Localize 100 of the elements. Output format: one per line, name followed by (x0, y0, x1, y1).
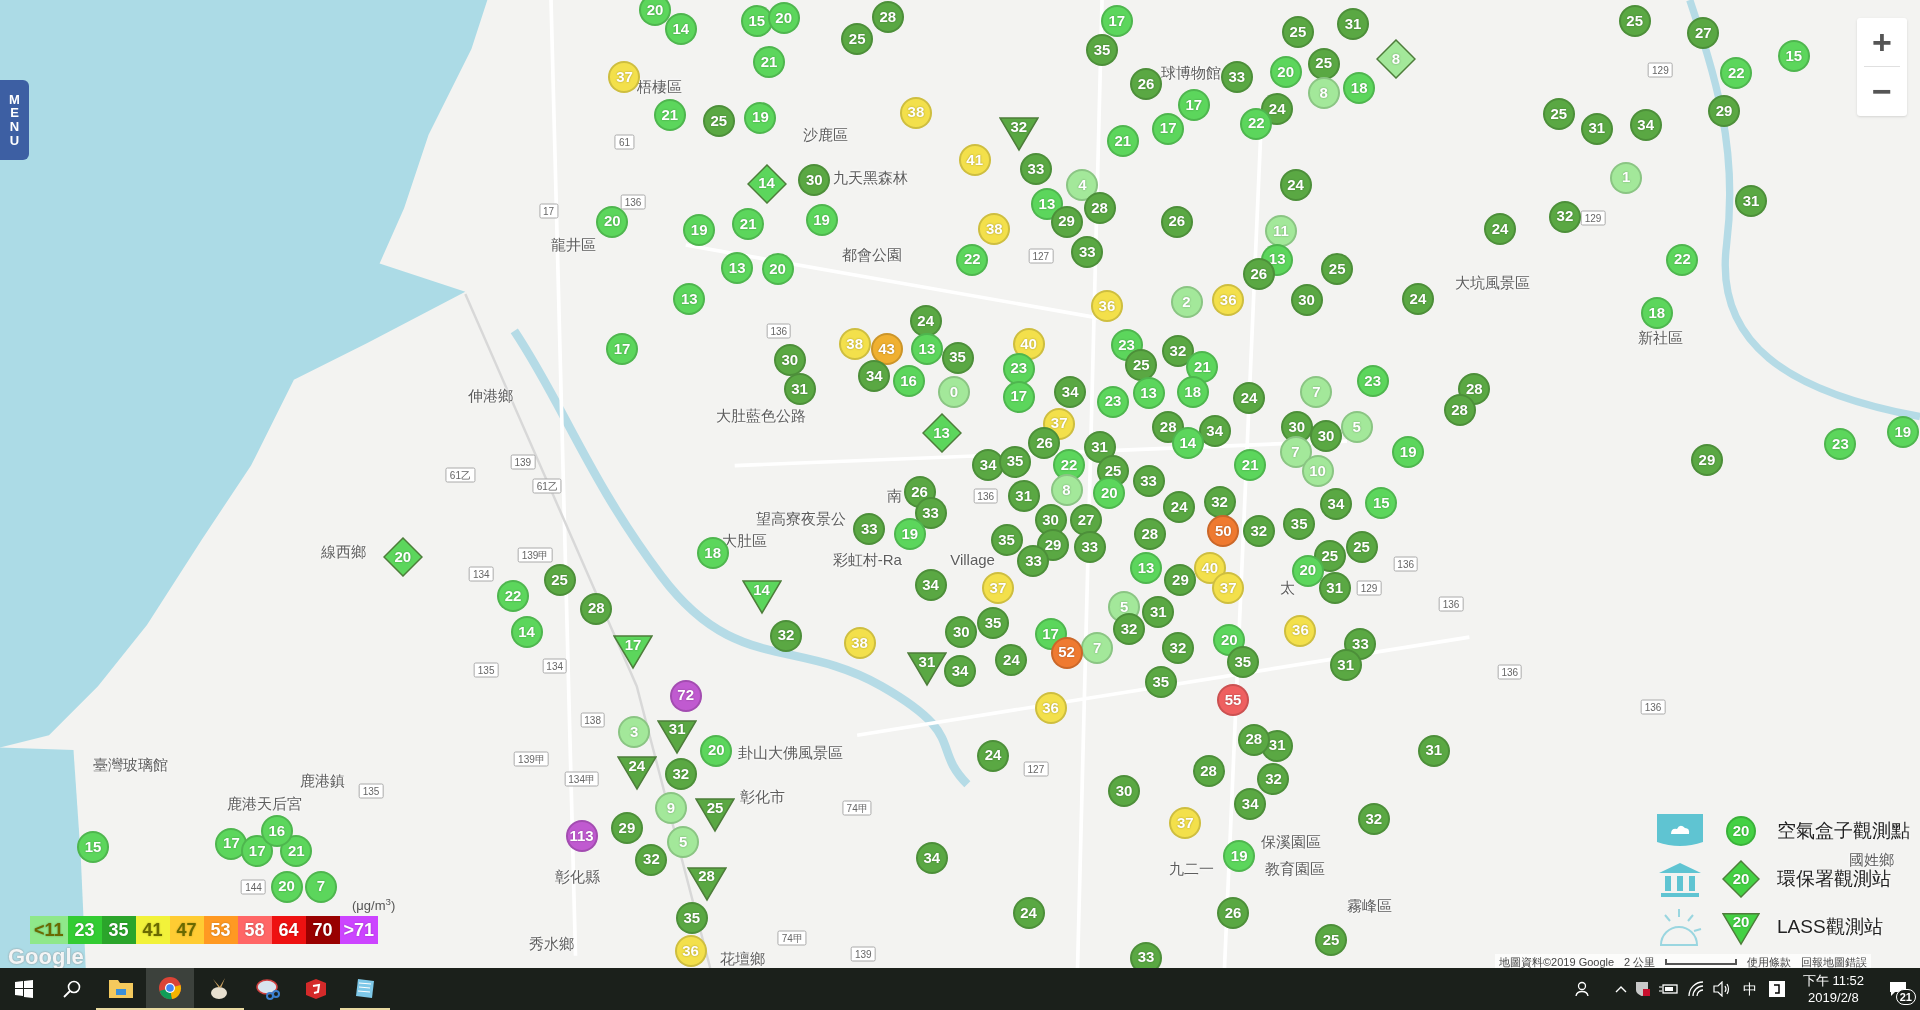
air-quality-marker[interactable]: 21 (1106, 124, 1139, 157)
air-quality-marker[interactable]: 19 (1886, 416, 1919, 449)
air-quality-marker[interactable]: 30 (1310, 419, 1343, 452)
air-quality-marker[interactable]: 15 (1777, 40, 1810, 73)
air-quality-marker[interactable]: 23 (1097, 385, 1130, 418)
air-quality-marker[interactable]: 32 (1203, 486, 1236, 519)
air-quality-marker[interactable]: 14 (510, 615, 543, 648)
air-quality-marker[interactable]: 21 (653, 99, 686, 132)
air-quality-marker[interactable]: 25 (702, 105, 735, 138)
terms-link[interactable]: 使用條款 (1747, 954, 1792, 968)
air-quality-marker[interactable]: 28 (1458, 373, 1491, 406)
air-quality-marker[interactable]: 31 (1261, 729, 1294, 762)
air-quality-marker[interactable]: 15 (77, 831, 110, 864)
air-quality-marker[interactable]: 32 (1257, 762, 1290, 795)
air-quality-marker[interactable]: 31 (1142, 596, 1175, 629)
air-quality-marker[interactable]: 13 (673, 282, 706, 315)
menu-button[interactable]: MENU (0, 80, 29, 160)
air-quality-marker[interactable]: 20 (767, 2, 800, 35)
air-quality-marker[interactable]: 32 (770, 619, 803, 652)
air-quality-marker[interactable]: 33 (1071, 236, 1104, 269)
air-quality-marker[interactable]: 24 (909, 304, 942, 337)
air-quality-marker[interactable]: 34 (1234, 788, 1267, 821)
air-quality-marker[interactable]: 33 (1344, 628, 1377, 661)
air-quality-marker[interactable]: 21 (1186, 351, 1219, 384)
air-quality-marker[interactable]: 29 (1690, 444, 1723, 477)
air-quality-marker[interactable]: 25 (841, 23, 874, 56)
air-quality-marker[interactable]: 17 (606, 332, 639, 365)
air-quality-marker[interactable]: 23 (1002, 352, 1035, 385)
air-quality-marker[interactable]: 29 (1164, 564, 1197, 597)
air-quality-marker[interactable]: 24 (995, 644, 1028, 676)
air-quality-marker[interactable]: 15 (740, 4, 773, 37)
air-quality-marker[interactable]: 24 (1163, 490, 1196, 523)
air-quality-marker[interactable]: 35 (977, 607, 1010, 640)
air-quality-marker[interactable]: 35 (1144, 666, 1177, 699)
air-quality-marker[interactable]: 21 (280, 835, 313, 867)
air-quality-marker[interactable]: 22 (956, 243, 989, 276)
air-quality-marker[interactable]: 113 (565, 820, 598, 853)
air-quality-marker[interactable]: 31 (1083, 430, 1116, 463)
air-quality-marker[interactable]: 18 (1176, 375, 1209, 408)
air-quality-marker[interactable]: 21 (732, 208, 765, 241)
air-quality-marker[interactable]: 20 (1269, 56, 1302, 89)
air-quality-marker[interactable]: 31 (1580, 112, 1613, 145)
air-quality-marker[interactable]: 28 (1237, 723, 1270, 756)
air-quality-marker[interactable]: 55 (1217, 684, 1250, 717)
air-quality-marker[interactable]: 17 (1177, 89, 1210, 122)
air-quality-marker[interactable]: 32 (1357, 803, 1390, 836)
air-quality-marker[interactable]: 25 (1618, 4, 1651, 37)
notification-button[interactable]: 21 (1882, 973, 1914, 1005)
air-quality-marker[interactable]: 30 (1290, 284, 1323, 316)
air-quality-marker[interactable]: 30 (798, 164, 831, 196)
air-quality-marker[interactable]: 24 (1232, 381, 1265, 414)
air-quality-marker[interactable]: 34 (1198, 415, 1231, 447)
air-quality-marker[interactable]: 20 (761, 253, 794, 286)
air-quality-marker[interactable]: 17 (1002, 380, 1035, 413)
air-quality-marker[interactable]: 28 (1133, 517, 1166, 550)
air-quality-marker[interactable]: 19 (1392, 435, 1425, 468)
air-quality-marker[interactable]: 14 (664, 13, 697, 46)
air-quality-marker[interactable]: 29 (610, 811, 643, 844)
air-quality-marker[interactable]: 33 (1220, 61, 1253, 94)
air-quality-marker[interactable]: 34 (1054, 375, 1087, 408)
air-quality-marker[interactable]: 24 (1401, 282, 1434, 315)
air-quality-marker[interactable]: 26 (903, 476, 936, 509)
air-quality-marker[interactable]: 13 (1132, 377, 1165, 410)
air-quality-marker[interactable]: 25 (1345, 531, 1378, 564)
air-quality-marker[interactable]: 16 (892, 364, 925, 397)
diamond-marker[interactable]: 13 (921, 413, 962, 454)
air-quality-marker[interactable]: 19 (683, 214, 716, 247)
air-quality-marker[interactable]: 35 (990, 524, 1023, 556)
air-quality-marker[interactable]: 25 (1542, 97, 1575, 130)
air-quality-marker[interactable]: 30 (945, 615, 978, 648)
air-quality-marker[interactable]: 32 (1112, 613, 1145, 646)
air-quality-marker[interactable]: 35 (999, 445, 1032, 478)
air-quality-marker[interactable]: 19 (744, 101, 777, 134)
air-quality-marker[interactable]: 18 (1640, 297, 1673, 330)
air-quality-marker[interactable]: 24 (1279, 168, 1312, 201)
air-quality-marker[interactable]: 17 (215, 827, 248, 860)
air-quality-marker[interactable]: 18 (1343, 72, 1376, 105)
air-quality-marker[interactable]: 17 (241, 835, 274, 867)
air-quality-marker[interactable]: 33 (853, 512, 886, 545)
air-quality-marker[interactable]: 32 (1548, 200, 1581, 233)
air-quality-marker[interactable]: 13 (721, 252, 754, 285)
shield-icon[interactable] (1634, 981, 1651, 997)
air-quality-marker[interactable]: 22 (497, 580, 530, 613)
air-quality-marker[interactable]: 31 (1735, 184, 1767, 217)
air-quality-marker[interactable]: 28 (871, 1, 904, 34)
air-quality-marker[interactable]: 22 (1720, 57, 1753, 90)
air-quality-marker[interactable]: 33 (1132, 465, 1165, 498)
air-quality-marker[interactable]: 43 (870, 332, 903, 365)
air-quality-marker[interactable]: 17 (1100, 4, 1133, 37)
person-icon[interactable] (1574, 981, 1591, 997)
battery-icon[interactable] (1658, 982, 1679, 996)
clock[interactable]: 下午 11:52 2019/2/8 (1792, 972, 1874, 1006)
air-quality-marker[interactable]: 32 (664, 757, 697, 790)
speaker-icon[interactable] (1712, 981, 1731, 997)
air-quality-marker[interactable]: 24 (1484, 212, 1516, 245)
air-quality-marker[interactable]: 72 (669, 679, 702, 712)
air-quality-marker[interactable]: 13 (910, 332, 943, 365)
air-quality-marker[interactable]: 35 (675, 902, 708, 935)
air-quality-marker[interactable]: 31 (1329, 648, 1362, 681)
air-quality-marker[interactable]: 32 (1161, 335, 1194, 368)
